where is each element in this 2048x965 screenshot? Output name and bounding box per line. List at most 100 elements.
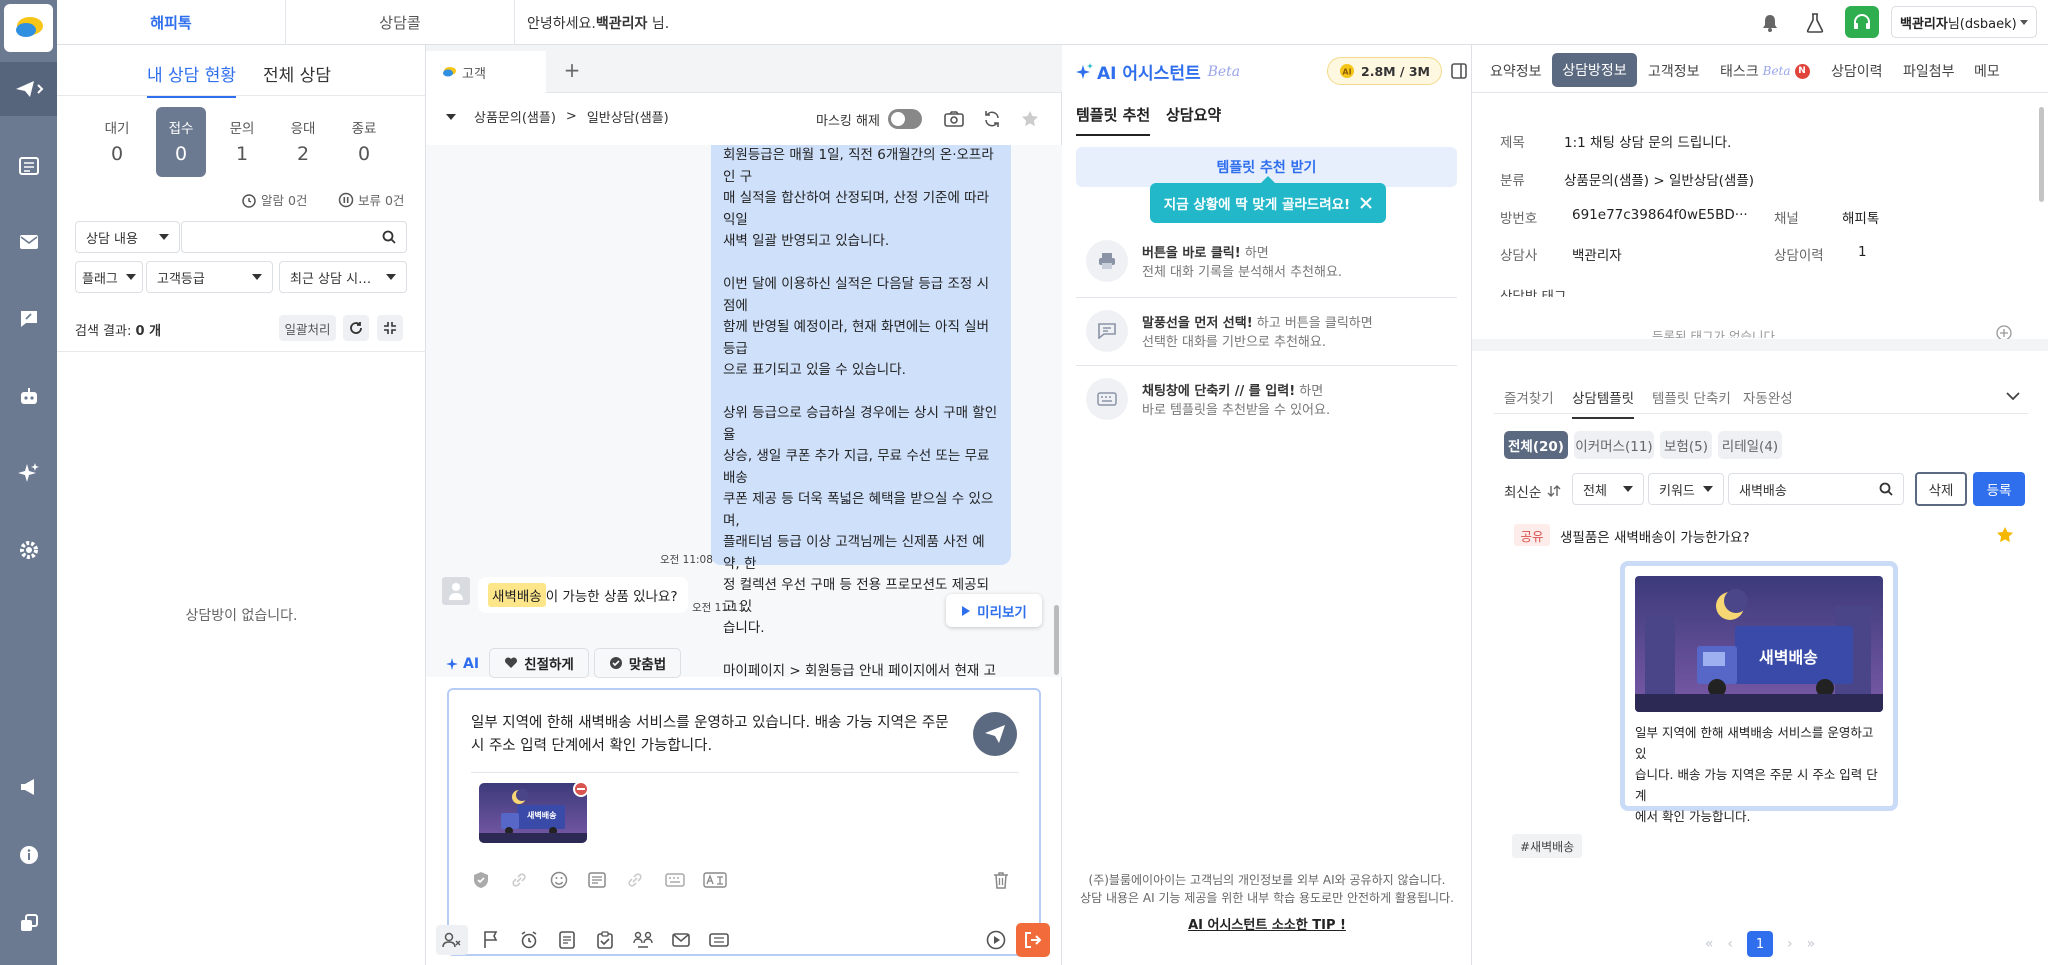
user-menu[interactable]: 백관리자님(dsbaek) bbox=[1891, 6, 2037, 38]
customer-message-bubble[interactable]: 새벽배송 이 가능한 상품 있나요? bbox=[478, 577, 688, 613]
stat-closed[interactable]: 종료 0 bbox=[339, 117, 389, 165]
tab-autocomplete[interactable]: 자동완성 bbox=[1743, 387, 1793, 407]
register-button[interactable]: 등록 bbox=[1973, 472, 2025, 506]
info-scrollbar[interactable] bbox=[2039, 107, 2044, 202]
tab-consult-history[interactable]: 상담이력 bbox=[1831, 61, 1883, 81]
megaphone-icon[interactable] bbox=[0, 760, 57, 814]
send-button[interactable] bbox=[973, 712, 1017, 756]
remove-attachment-icon[interactable] bbox=[573, 781, 589, 797]
tab-room-info[interactable]: 상담방정보 bbox=[1552, 53, 1637, 87]
transfer-users-icon[interactable] bbox=[628, 925, 658, 955]
sync-icon[interactable] bbox=[980, 107, 1004, 131]
exit-button[interactable] bbox=[1016, 923, 1050, 957]
stat-inquiry[interactable]: 문의 1 bbox=[217, 117, 267, 165]
filter-content-select[interactable]: 상담 내용 bbox=[75, 221, 180, 253]
tab-favorites[interactable]: 즐겨찾기 bbox=[1504, 387, 1554, 407]
prev-page-icon[interactable]: ‹ bbox=[1727, 936, 1733, 952]
mail-icon[interactable] bbox=[0, 215, 57, 269]
template-icon[interactable] bbox=[585, 868, 609, 892]
chevron-down-icon[interactable] bbox=[2002, 385, 2024, 407]
masking-toggle[interactable] bbox=[888, 109, 922, 129]
alarm-clock-icon[interactable] bbox=[514, 925, 544, 955]
tone-friendly-button[interactable]: 친절하게 bbox=[489, 648, 589, 678]
chat-scrollbar[interactable] bbox=[1054, 605, 1059, 675]
tab-customer-info[interactable]: 고객정보 bbox=[1648, 61, 1700, 81]
next-page-icon[interactable]: › bbox=[1787, 936, 1793, 952]
tab-consult-templates[interactable]: 상담템플릿 bbox=[1572, 387, 1635, 419]
list-icon[interactable] bbox=[0, 139, 57, 193]
robot-icon[interactable] bbox=[0, 369, 57, 423]
chip-all[interactable]: 전체(20) bbox=[1504, 431, 1568, 459]
chat-edit-icon[interactable] bbox=[0, 292, 57, 346]
tab-template-shortcuts[interactable]: 템플릿 단축키 bbox=[1652, 387, 1731, 407]
first-page-icon[interactable]: « bbox=[1705, 936, 1714, 952]
tab-template-recommend[interactable]: 템플릿 추천 bbox=[1076, 104, 1151, 136]
user-remove-icon[interactable] bbox=[436, 925, 468, 955]
template-tag[interactable]: #새벽배송 bbox=[1512, 834, 1583, 858]
tab-happytalk[interactable]: 해피톡 bbox=[57, 0, 286, 45]
sparkle-icon[interactable] bbox=[0, 446, 57, 500]
star-icon[interactable] bbox=[1018, 107, 1042, 131]
paper-plane-icon[interactable] bbox=[0, 62, 57, 116]
collapse-icon[interactable] bbox=[377, 315, 403, 341]
filter-flag-select[interactable]: 플래그 bbox=[75, 261, 143, 293]
tab-consult-call[interactable]: 상담콜 bbox=[286, 0, 515, 45]
windows-icon[interactable] bbox=[0, 896, 57, 950]
batch-button[interactable]: 일괄처리 bbox=[279, 315, 336, 341]
stat-responding[interactable]: 응대 2 bbox=[278, 117, 328, 165]
favorite-star-icon[interactable] bbox=[1994, 524, 2016, 546]
ticket-icon[interactable] bbox=[704, 925, 734, 955]
link-icon[interactable] bbox=[507, 868, 531, 892]
spellcheck-button[interactable]: 맞춤법 bbox=[594, 648, 681, 678]
search-icon[interactable] bbox=[1879, 482, 1893, 496]
chip-insurance[interactable]: 보험(5) bbox=[1660, 431, 1712, 459]
envelope-icon[interactable] bbox=[666, 925, 696, 955]
app-logo[interactable] bbox=[4, 4, 53, 52]
tab-task[interactable]: 태스크 Beta N bbox=[1720, 61, 1810, 81]
tab-consult-summary[interactable]: 상담요약 bbox=[1166, 104, 1221, 125]
delete-button[interactable]: 삭제 bbox=[1915, 472, 1967, 506]
flag-icon[interactable] bbox=[476, 925, 506, 955]
trash-icon[interactable] bbox=[989, 868, 1013, 892]
message-input[interactable]: 일부 지역에 한해 새벽배송 서비스를 운영하고 있습니다. 배송 가능 지역은… bbox=[471, 712, 961, 758]
emoji-icon[interactable] bbox=[547, 868, 571, 892]
tab-summary-info[interactable]: 요약정보 bbox=[1490, 61, 1542, 81]
template-search-input[interactable]: 새벽배송 bbox=[1728, 473, 1904, 505]
close-icon[interactable] bbox=[1360, 197, 1372, 209]
headset-status-icon[interactable] bbox=[1845, 6, 1879, 38]
gear-icon[interactable] bbox=[0, 523, 57, 577]
translate-icon[interactable] bbox=[701, 868, 729, 892]
info-icon[interactable] bbox=[0, 828, 57, 882]
agent-message-bubble[interactable]: 회원등급은 매월 1일, 직전 6개월간의 온·오프라인 구매 실적을 합산하여… bbox=[711, 145, 1011, 677]
chip-ecommerce[interactable]: 이커머스(11) bbox=[1574, 431, 1654, 459]
stat-received[interactable]: 접수 0 bbox=[156, 107, 206, 177]
flask-icon[interactable] bbox=[1803, 11, 1827, 35]
stat-waiting[interactable]: 대기 0 bbox=[92, 117, 142, 165]
filter-recent-select[interactable]: 최근 상담 시… bbox=[279, 261, 407, 293]
template-type-select[interactable]: 키워드 bbox=[1648, 473, 1724, 505]
url-link-icon[interactable] bbox=[623, 868, 647, 892]
attached-image-thumbnail[interactable]: 새벽배송 bbox=[479, 783, 587, 843]
template-item[interactable]: 공유 생필품은 새벽배송이 가능한가요? 새벽배송 일부 지역에 한해 새벽배송… bbox=[1494, 519, 2028, 921]
tab-my-consult[interactable]: 내 상담 현황 bbox=[147, 61, 237, 98]
search-icon[interactable] bbox=[382, 230, 396, 244]
filter-grade-select[interactable]: 고객등급 bbox=[146, 261, 273, 293]
bell-icon[interactable] bbox=[1758, 11, 1782, 35]
page-current[interactable]: 1 bbox=[1747, 931, 1773, 957]
shield-icon[interactable] bbox=[469, 868, 493, 892]
consult-search-input[interactable] bbox=[181, 221, 407, 253]
tab-file-attach[interactable]: 파일첨부 bbox=[1903, 61, 1955, 81]
template-scope-select[interactable]: 전체 bbox=[1572, 473, 1644, 505]
clipboard-check-icon[interactable] bbox=[590, 925, 620, 955]
note-icon[interactable] bbox=[552, 925, 582, 955]
sort-select[interactable]: 최신순 bbox=[1504, 481, 1561, 501]
keyboard-icon[interactable] bbox=[663, 868, 687, 892]
play-circle-icon[interactable] bbox=[981, 925, 1011, 955]
preview-button[interactable]: 미리보기 bbox=[946, 594, 1042, 627]
hold-count[interactable]: 보류 0건 bbox=[338, 190, 404, 209]
chip-retail[interactable]: 리테일(4) bbox=[1718, 431, 1782, 459]
panel-toggle-icon[interactable] bbox=[1447, 59, 1471, 83]
add-tag-icon[interactable] bbox=[1995, 325, 2013, 339]
tab-memo[interactable]: 메모 bbox=[1974, 61, 2000, 81]
chevron-down-icon[interactable] bbox=[446, 113, 456, 120]
